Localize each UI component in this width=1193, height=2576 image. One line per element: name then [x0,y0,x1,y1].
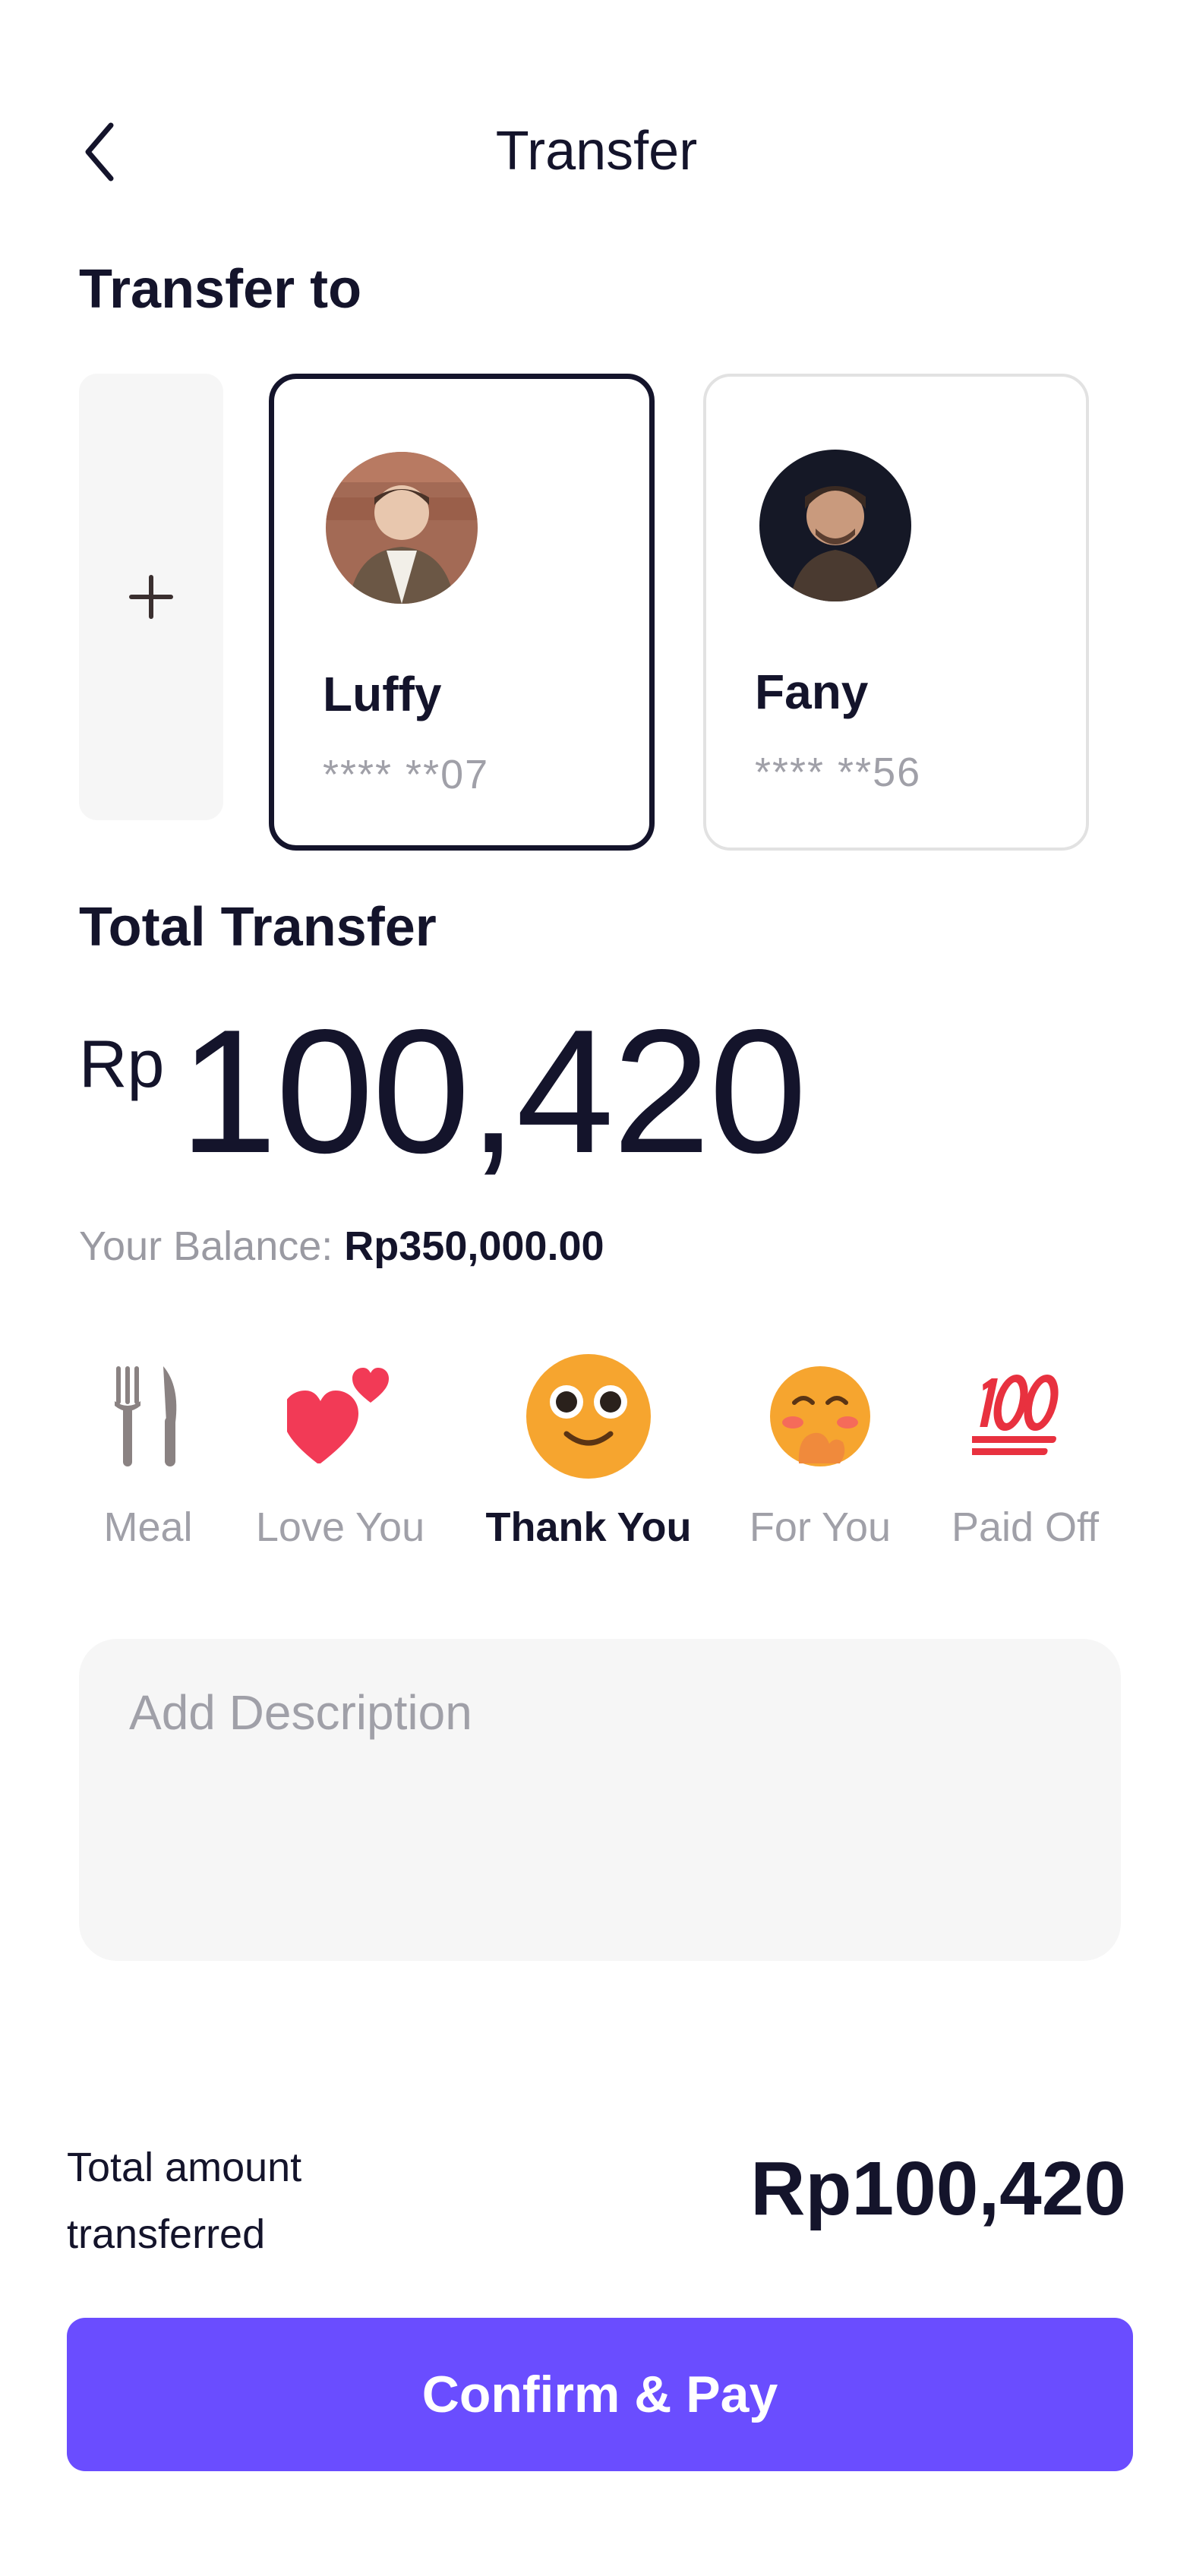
blushing-face-icon [770,1366,870,1466]
category-label: Meal [103,1504,193,1550]
currency-label: Rp [79,1026,165,1101]
fork-knife-icon [115,1366,177,1466]
description-input[interactable]: Add Description [79,1639,1121,1961]
category-label: Love You [255,1504,425,1550]
recipient-card-fany[interactable]: Fany **** **56 [703,374,1089,851]
hundred-points-icon [972,1375,1059,1455]
category-for-you[interactable]: For You [737,1352,904,1551]
recipient-account: **** **56 [755,750,922,795]
category-label: Paid Off [951,1504,1100,1550]
category-paid-off[interactable]: Paid Off [934,1352,1116,1551]
recipient-name: Luffy [323,667,442,721]
recipient-name: Fany [755,665,869,719]
total-amount-value: Rp100,420 [750,2146,1126,2231]
recipient-card-luffy[interactable]: Luffy **** **07 [269,374,655,851]
balance-value: Rp350,000.00 [344,1223,604,1269]
category-label: Thank You [485,1504,692,1550]
page-title: Transfer [495,121,698,182]
recipient-account: **** **07 [323,752,490,797]
avatar [326,452,478,604]
add-recipient-button[interactable] [79,374,223,820]
plus-icon [129,575,173,619]
smiling-face-icon [526,1354,651,1479]
category-meal[interactable]: Meal [91,1352,205,1551]
balance-label: Your Balance: [79,1223,333,1269]
transfer-amount[interactable]: 100,420 [179,995,807,1189]
transfer-to-heading: Transfer to [79,259,362,320]
category-love-you[interactable]: Love You [241,1352,439,1551]
category-thank-you[interactable]: Thank You [478,1352,699,1551]
total-transfer-heading: Total Transfer [79,897,437,958]
balance-line: Your Balance: Rp350,000.00 [79,1223,604,1270]
two-hearts-icon [287,1368,389,1463]
category-label: For You [749,1504,892,1550]
confirm-pay-button[interactable]: Confirm & Pay [67,2318,1133,2471]
total-amount-label: Total amount transferred [67,2145,302,2257]
avatar [759,450,911,601]
